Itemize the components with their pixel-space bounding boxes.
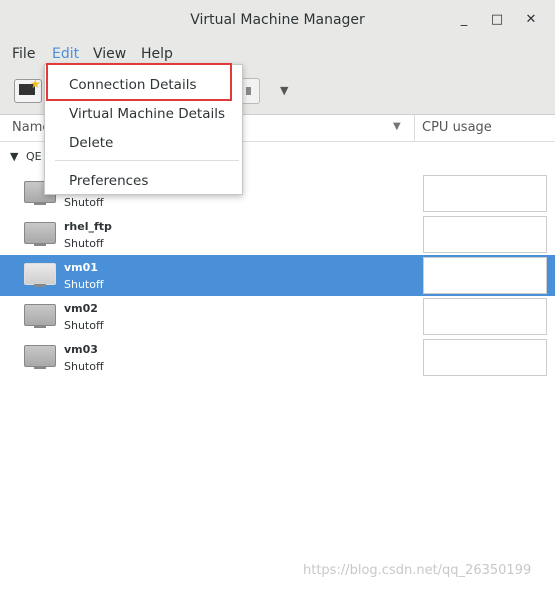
star-icon: ★ bbox=[30, 77, 41, 91]
vm-name: vm02 bbox=[64, 302, 98, 315]
cpu-usage-graph bbox=[423, 298, 547, 335]
column-header-cpu[interactable]: CPU usage bbox=[415, 115, 555, 142]
vm-status: Shutoff bbox=[64, 278, 104, 291]
menu-file[interactable]: File bbox=[12, 46, 35, 62]
column-cpu-label: CPU usage bbox=[422, 120, 492, 135]
close-button[interactable]: ✕ bbox=[522, 11, 540, 29]
new-vm-button[interactable]: ★ bbox=[14, 77, 42, 103]
menu-item-label: Preferences bbox=[69, 173, 149, 189]
sort-arrow-icon: ▼ bbox=[393, 121, 401, 132]
menu-item-label: Delete bbox=[69, 135, 114, 151]
menu-separator bbox=[55, 160, 239, 161]
connection-group[interactable]: ▼ QE bbox=[10, 150, 42, 163]
vm-monitor-icon bbox=[24, 345, 56, 369]
vm-row[interactable]: vm03 Shutoff bbox=[0, 337, 555, 378]
vm-status: Shutoff bbox=[64, 360, 104, 373]
menu-help[interactable]: Help bbox=[141, 46, 173, 62]
menu-edit[interactable]: Edit bbox=[49, 46, 82, 68]
vm-name: rhel_ftp bbox=[64, 220, 112, 233]
chevron-down-icon[interactable]: ▼ bbox=[280, 84, 288, 97]
watermark-text: https://blog.csdn.net/qq_26350199 bbox=[303, 563, 532, 578]
menu-item-delete[interactable]: Delete bbox=[45, 131, 242, 155]
expander-icon[interactable]: ▼ bbox=[10, 150, 18, 163]
maximize-button[interactable]: □ bbox=[488, 11, 506, 29]
cpu-usage-graph bbox=[423, 257, 547, 294]
highlight-annotation-box bbox=[46, 63, 232, 101]
vm-row[interactable]: vm02 Shutoff bbox=[0, 296, 555, 337]
menu-item-vm-details[interactable]: Virtual Machine Details bbox=[45, 102, 242, 126]
vm-status: Shutoff bbox=[64, 319, 104, 332]
cpu-usage-graph bbox=[423, 175, 547, 212]
menu-item-label: Virtual Machine Details bbox=[69, 106, 226, 122]
vm-row[interactable]: rhel_ftp Shutoff bbox=[0, 214, 555, 255]
cpu-usage-graph bbox=[423, 216, 547, 253]
vm-monitor-icon bbox=[24, 263, 56, 287]
title-bar: Virtual Machine Manager _ □ ✕ bbox=[0, 0, 555, 43]
vm-monitor-icon bbox=[24, 304, 56, 328]
vm-status: Shutoff bbox=[64, 237, 104, 250]
vm-status: Shutoff bbox=[64, 196, 104, 209]
group-label: QE bbox=[25, 150, 42, 163]
vm-row-selected[interactable]: vm01 Shutoff bbox=[0, 255, 555, 296]
vm-monitor-icon bbox=[24, 222, 56, 246]
cpu-usage-graph bbox=[423, 339, 547, 376]
menu-view[interactable]: View bbox=[93, 46, 126, 62]
menu-item-preferences[interactable]: Preferences bbox=[45, 169, 242, 193]
vm-name: vm03 bbox=[64, 343, 98, 356]
minimize-button[interactable]: _ bbox=[455, 11, 473, 29]
vm-name: vm01 bbox=[64, 261, 98, 274]
